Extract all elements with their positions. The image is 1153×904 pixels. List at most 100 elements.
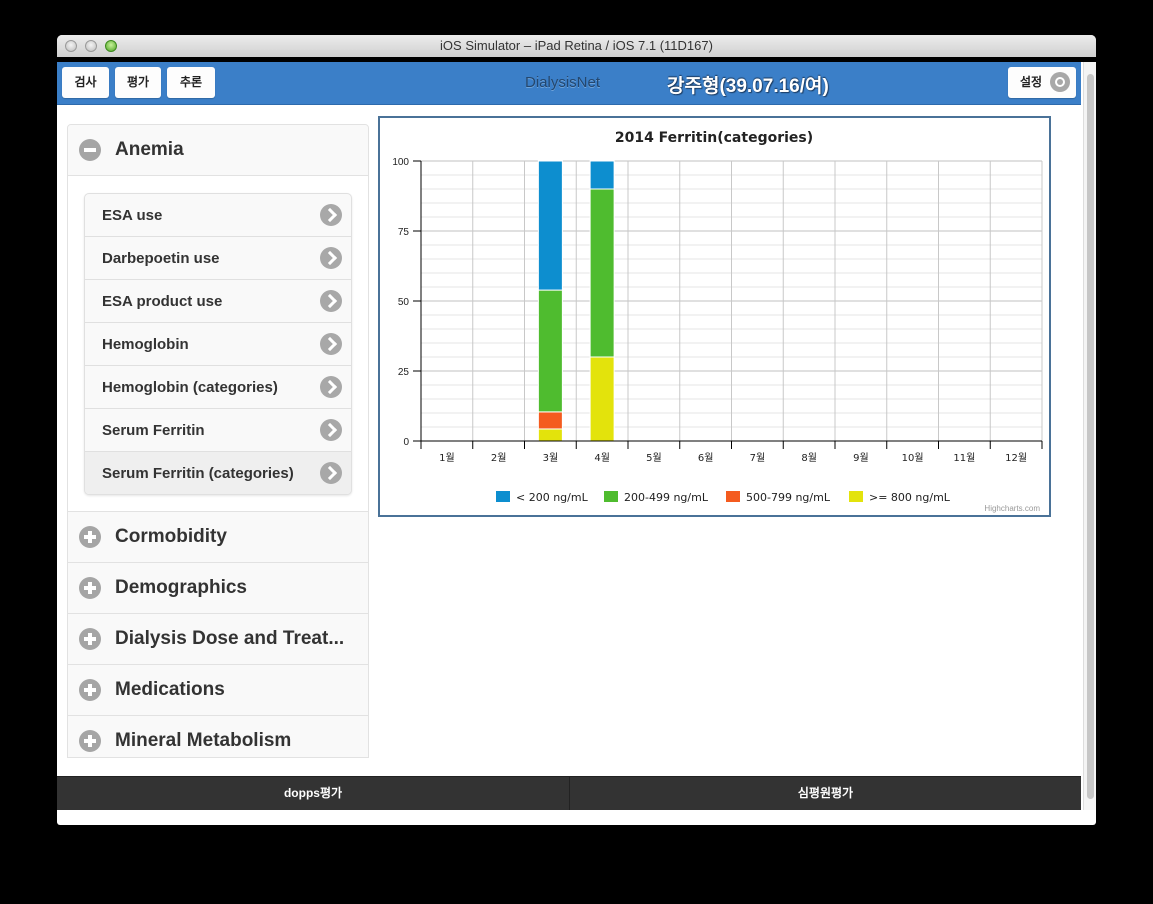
chart-title: 2014 Ferritin(categories)	[615, 130, 813, 146]
plus-circle-icon	[79, 628, 101, 650]
vertical-scrollbar[interactable]	[1083, 62, 1096, 810]
ferritin-chart-panel: 2014 Ferritin(categories) 0 25 50 75 100 1월 2월…	[378, 116, 1051, 517]
y-tick-label: 0	[403, 437, 409, 448]
legend-swatch	[726, 491, 740, 502]
bar-segment	[589, 356, 615, 442]
window-titlebar: iOS Simulator – iPad Retina / iOS 7.1 (1…	[57, 35, 1096, 58]
list-item-hemoglobin-categories[interactable]: Hemoglobin (categories)	[85, 366, 351, 409]
section-label: Anemia	[115, 139, 184, 160]
anemia-item-list: ESA use Darbepoetin use ESA product use …	[84, 193, 352, 495]
legend-swatch	[604, 491, 618, 502]
list-item-serum-ferritin[interactable]: Serum Ferritin	[85, 409, 351, 452]
section-label: Dialysis Dose and Treat...	[115, 628, 345, 649]
x-tick-label: 11월	[953, 452, 975, 464]
legend-label: 500-799 ng/mL	[746, 491, 831, 504]
chart-grid	[420, 160, 1043, 442]
settings-button[interactable]: 설정	[1008, 67, 1076, 98]
section-body-anemia: ESA use Darbepoetin use ESA product use …	[68, 176, 368, 512]
list-item-darbepoetin-use[interactable]: Darbepoetin use	[85, 237, 351, 280]
x-tick-label: 7월	[750, 452, 766, 464]
list-item-label: Darbepoetin use	[102, 250, 220, 267]
legend-item[interactable]: 200-499 ng/mL	[604, 491, 709, 504]
chevron-right-icon	[320, 462, 342, 484]
x-tick-label: 4월	[594, 452, 610, 464]
list-item-esa-use[interactable]: ESA use	[85, 194, 351, 237]
section-header-anemia[interactable]: Anemia	[68, 125, 368, 176]
tab-hira-evaluation[interactable]: 심평원평가	[570, 777, 1081, 810]
y-tick-label: 75	[398, 227, 410, 238]
legend-item[interactable]: < 200 ng/mL	[496, 491, 589, 504]
list-item-esa-product-use[interactable]: ESA product use	[85, 280, 351, 323]
y-tick-label: 50	[398, 297, 410, 308]
category-sidebar: Anemia ESA use Darbepoetin use ESA produ…	[67, 124, 369, 758]
app-header: 검사 평가 추론 DialysisNet 강주형(39.07.16/여) 설정	[57, 62, 1081, 105]
section-header-dialysis-dose[interactable]: Dialysis Dose and Treat...	[68, 614, 368, 665]
plus-circle-icon	[79, 679, 101, 701]
exam-button[interactable]: 검사	[62, 67, 109, 98]
section-label: Mineral Metabolism	[115, 730, 292, 751]
bar-segment	[537, 411, 563, 430]
section-header-mineral-metabolism[interactable]: Mineral Metabolism	[68, 716, 368, 757]
evaluation-button[interactable]: 평가	[115, 67, 161, 98]
legend-swatch	[849, 491, 863, 502]
list-item-label: ESA product use	[102, 293, 223, 310]
legend-item[interactable]: >= 800 ng/mL	[849, 491, 951, 504]
legend-label: < 200 ng/mL	[516, 491, 589, 504]
app-brand: DialysisNet	[525, 74, 601, 91]
chart-credits[interactable]: Highcharts.com	[984, 504, 1040, 513]
section-header-demographics[interactable]: Demographics	[68, 563, 368, 614]
x-tick-label: 5월	[646, 452, 662, 464]
legend-swatch	[496, 491, 510, 502]
section-header-cormobidity[interactable]: Cormobidity	[68, 512, 368, 563]
bar-segment	[537, 428, 563, 442]
minus-circle-icon	[79, 139, 101, 161]
chart-legend: < 200 ng/mL 200-499 ng/mL 500-799 ng/mL >= …	[496, 491, 951, 504]
list-item-label: Serum Ferritin	[102, 422, 205, 439]
y-tick-label: 25	[398, 367, 410, 378]
x-tick-label: 3월	[543, 452, 559, 464]
list-item-serum-ferritin-categories[interactable]: Serum Ferritin (categories)	[85, 452, 351, 494]
legend-label: >= 800 ng/mL	[869, 491, 951, 504]
section-label: Demographics	[115, 577, 247, 598]
inference-button[interactable]: 추론	[167, 67, 215, 98]
bar-segment	[589, 188, 615, 358]
chevron-right-icon	[320, 204, 342, 226]
list-item-label: Hemoglobin	[102, 336, 189, 353]
bar-segment	[589, 160, 615, 190]
plus-circle-icon	[79, 526, 101, 548]
chevron-right-icon	[320, 333, 342, 355]
plus-circle-icon	[79, 730, 101, 752]
section-label: Medications	[115, 679, 225, 700]
simulator-window: iOS Simulator – iPad Retina / iOS 7.1 (1…	[57, 35, 1096, 825]
bar-segment	[537, 160, 563, 291]
x-tick-label: 6월	[698, 452, 714, 464]
scrollbar-thumb[interactable]	[1087, 74, 1094, 799]
y-tick-label: 100	[392, 157, 409, 168]
x-tick-label: 10월	[902, 452, 924, 464]
list-item-label: Serum Ferritin (categories)	[102, 465, 294, 482]
bottom-tab-bar: dopps평가 심평원평가	[57, 776, 1081, 810]
x-tick-label: 1월	[439, 452, 455, 464]
chevron-right-icon	[320, 290, 342, 312]
x-tick-label: 9월	[853, 452, 869, 464]
tab-dopps-evaluation[interactable]: dopps평가	[57, 777, 570, 810]
gear-icon	[1050, 72, 1070, 92]
x-tick-label: 8월	[801, 452, 817, 464]
ferritin-chart: 2014 Ferritin(categories) 0 25 50 75 100 1월 2월…	[392, 130, 1043, 513]
x-tick-label: 12월	[1005, 452, 1027, 464]
list-item-label: Hemoglobin (categories)	[102, 379, 278, 396]
patient-info: 강주형(39.07.16/여)	[667, 76, 829, 97]
bar-segment	[537, 289, 563, 413]
window-title: iOS Simulator – iPad Retina / iOS 7.1 (1…	[440, 38, 713, 53]
chevron-right-icon	[320, 419, 342, 441]
list-item-hemoglobin[interactable]: Hemoglobin	[85, 323, 351, 366]
section-header-medications[interactable]: Medications	[68, 665, 368, 716]
chevron-right-icon	[320, 247, 342, 269]
legend-label: 200-499 ng/mL	[624, 491, 709, 504]
section-label: Cormobidity	[115, 526, 227, 547]
x-tick-label: 2월	[491, 452, 507, 464]
plus-circle-icon	[79, 577, 101, 599]
settings-label: 설정	[1020, 75, 1043, 89]
chevron-right-icon	[320, 376, 342, 398]
legend-item[interactable]: 500-799 ng/mL	[726, 491, 831, 504]
